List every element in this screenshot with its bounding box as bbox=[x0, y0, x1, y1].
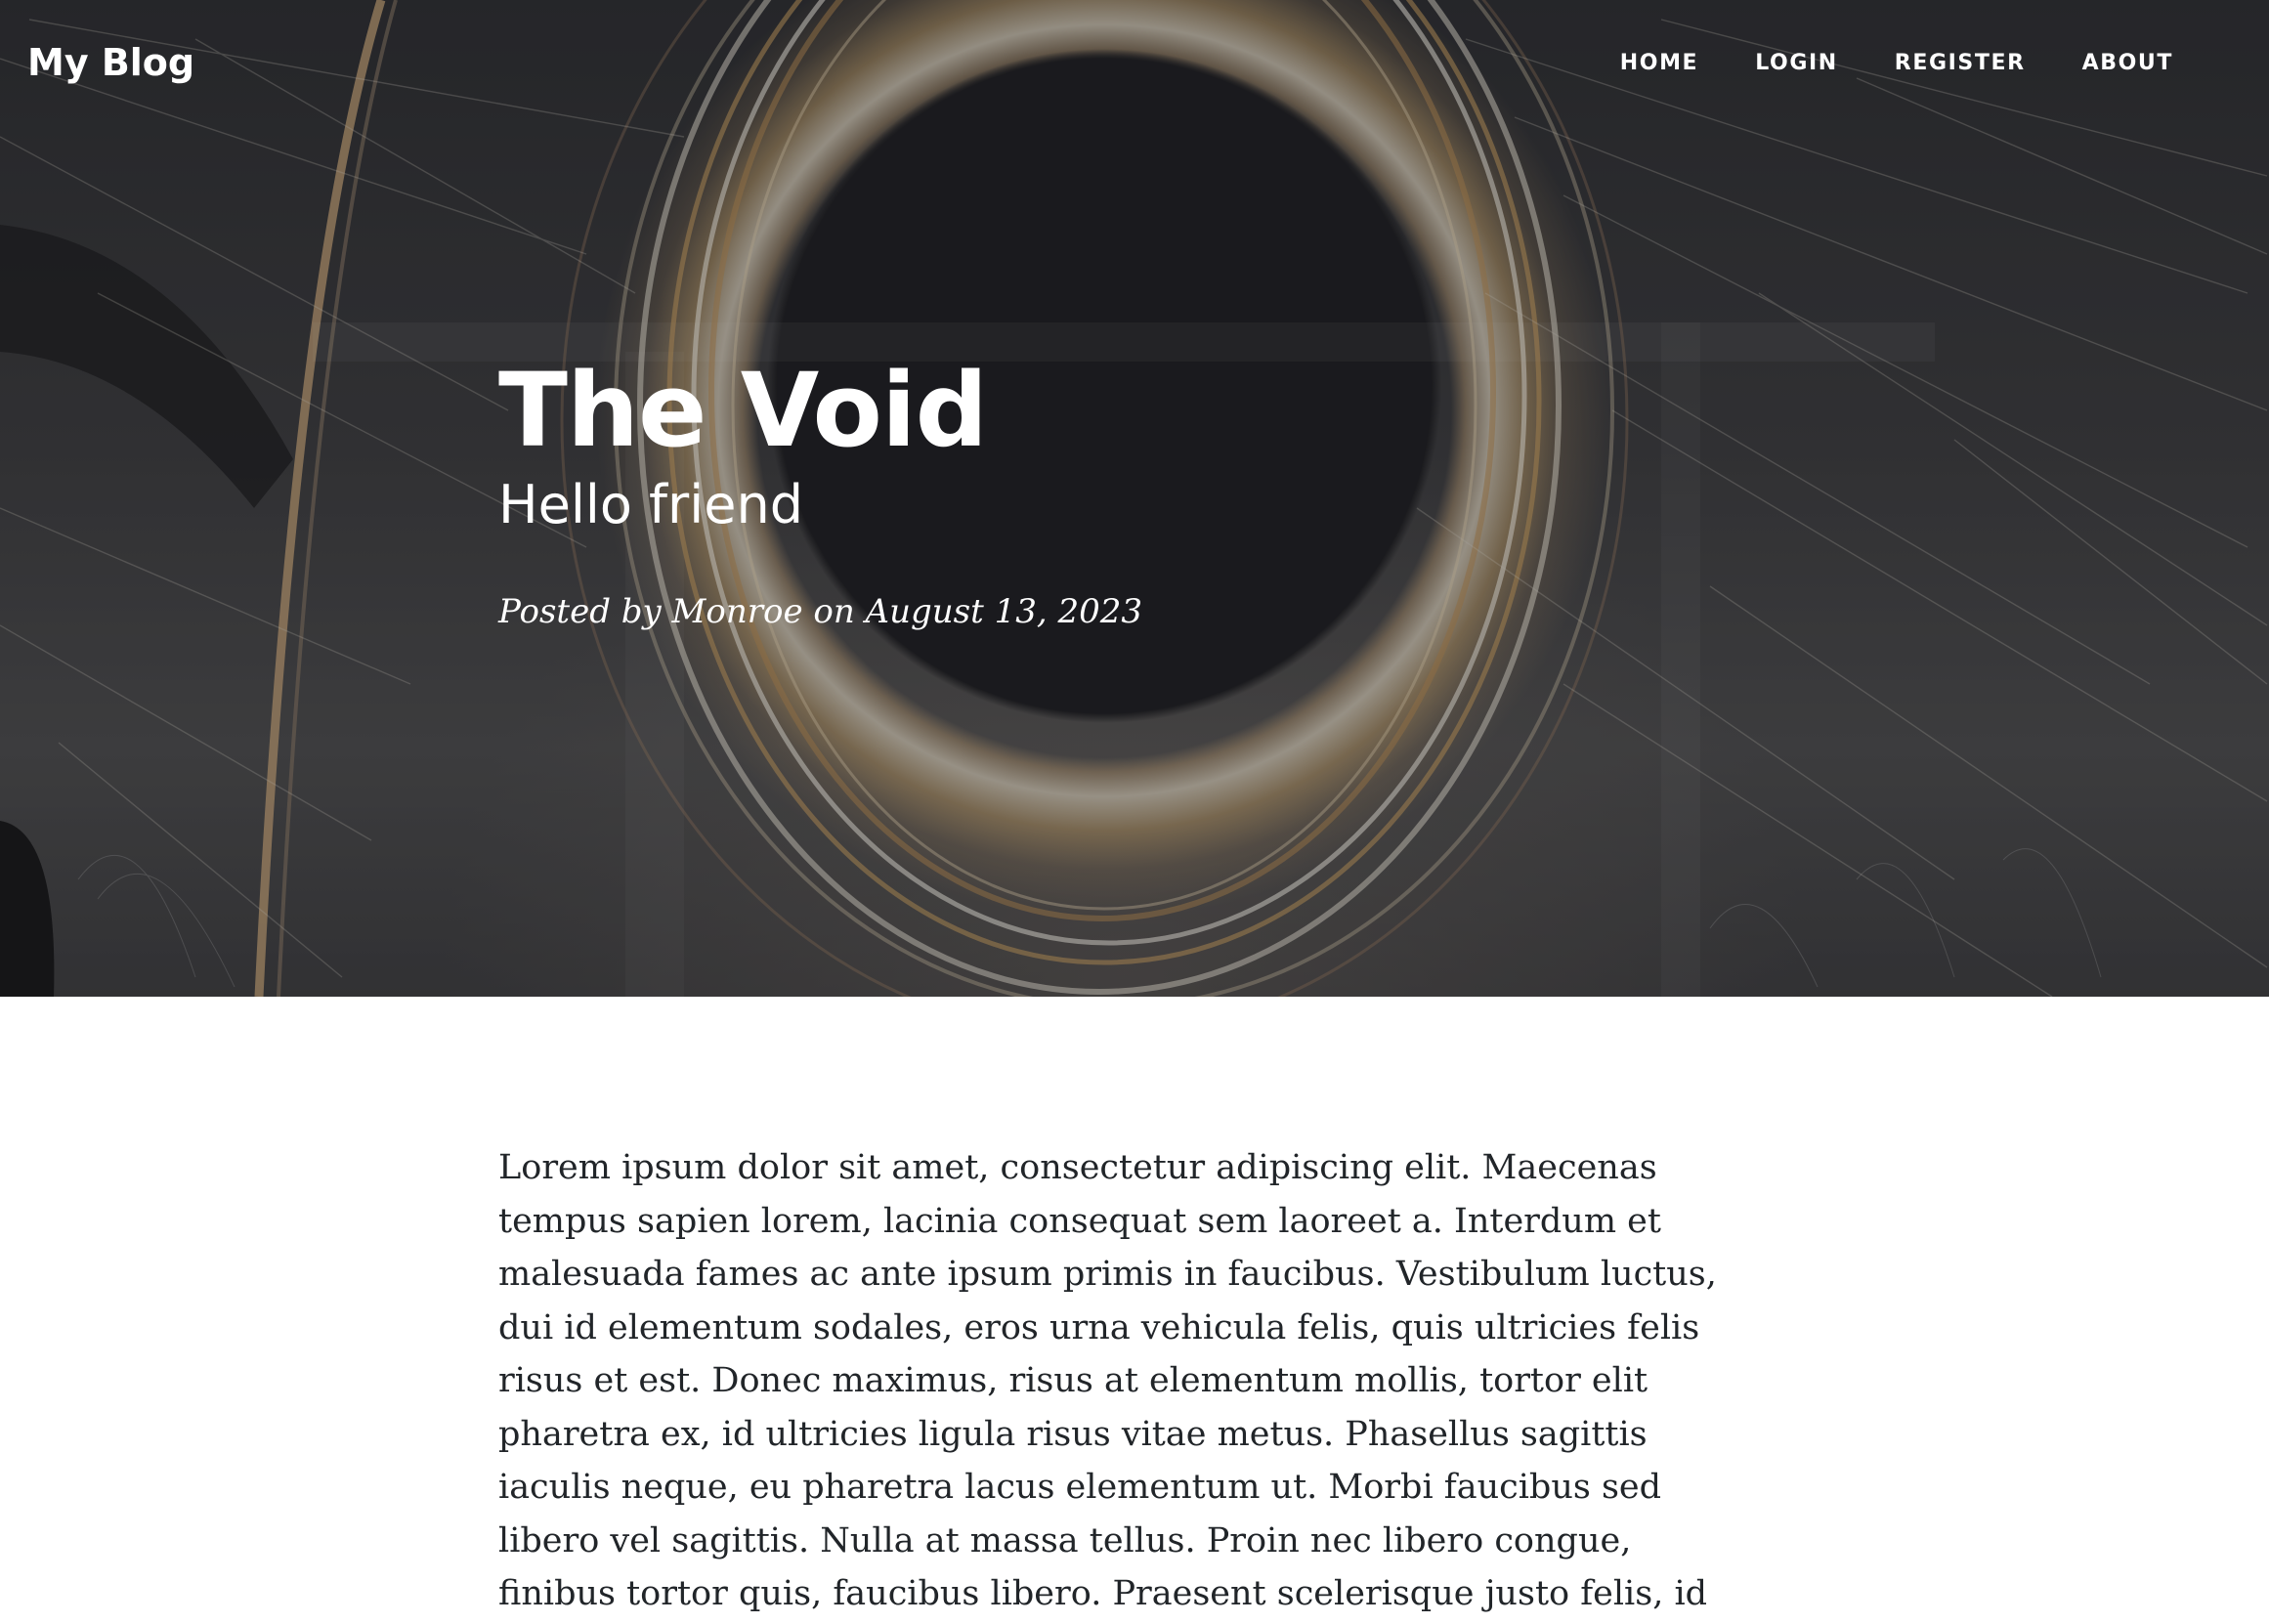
nav-link-about[interactable]: ABOUT bbox=[2082, 51, 2173, 75]
nav-link-register[interactable]: REGISTER bbox=[1895, 51, 2026, 75]
post-subtitle: Hello friend bbox=[498, 474, 803, 535]
post-heading: The Void Hello friend Posted by Monroe o… bbox=[498, 350, 1769, 633]
post-title: The Void bbox=[498, 351, 988, 470]
brand-logo[interactable]: My Blog bbox=[27, 41, 194, 84]
post-article: Lorem ipsum dolor sit amet, consectetur … bbox=[498, 1141, 1759, 1624]
post-meta: Posted by Monroe on August 13, 2023 bbox=[498, 592, 1142, 631]
hero-header: My Blog HOME LOGIN REGISTER ABOUT The Vo… bbox=[0, 0, 2269, 997]
nav-link-login[interactable]: LOGIN bbox=[1755, 51, 1838, 75]
nav-link-home[interactable]: HOME bbox=[1620, 51, 1698, 75]
post-body-paragraph: Lorem ipsum dolor sit amet, consectetur … bbox=[498, 1148, 1717, 1613]
main-nav: HOME LOGIN REGISTER ABOUT bbox=[1563, 51, 2173, 75]
